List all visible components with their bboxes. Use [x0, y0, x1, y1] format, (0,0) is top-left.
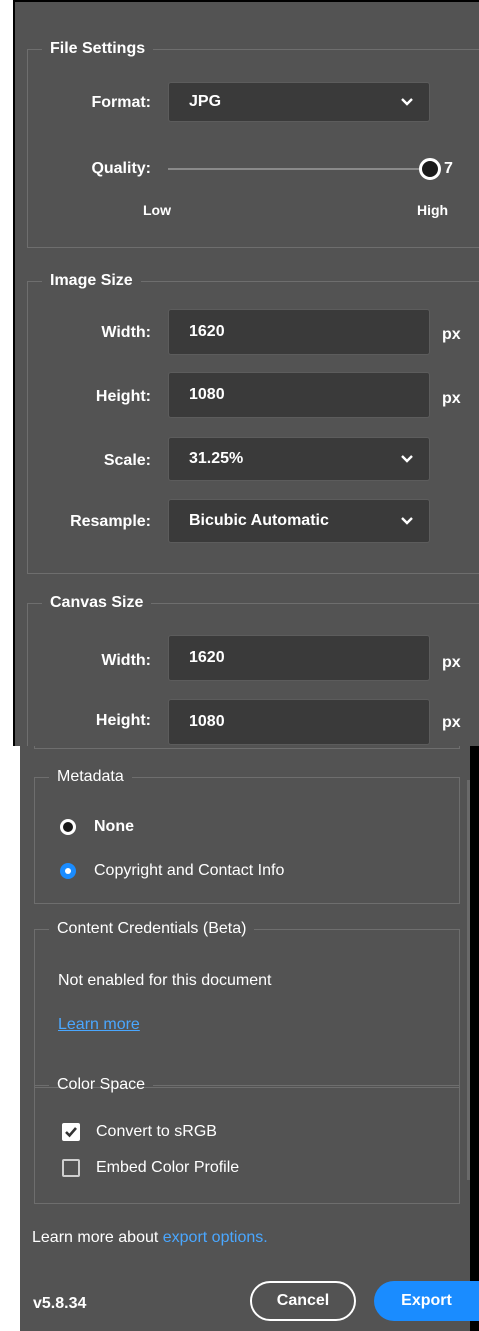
embed-color-profile-option[interactable]: Embed Color Profile — [62, 1157, 322, 1181]
format-label: Format: — [91, 94, 151, 111]
window-edge — [470, 746, 479, 1331]
quality-slider-track — [168, 168, 430, 170]
export-panel-top: File Settings Format: JPG Quality: 7 Low… — [13, 0, 479, 746]
chevron-down-icon — [399, 500, 415, 542]
file-settings-legend: File Settings — [50, 40, 146, 57]
radio-dot — [65, 868, 71, 874]
export-options-link[interactable]: export options. — [163, 1229, 268, 1246]
checkbox-checked-icon[interactable] — [62, 1123, 80, 1141]
image-height-label: Height: — [95, 388, 151, 405]
content-credentials-learn-more-link[interactable]: Learn more — [58, 1016, 140, 1034]
quality-high-label: High — [417, 202, 449, 218]
quality-slider[interactable] — [168, 157, 441, 181]
chevron-down-icon — [399, 438, 415, 480]
cancel-button[interactable]: Cancel — [250, 1281, 356, 1321]
scrollbar-thumb[interactable] — [467, 780, 470, 1180]
content-credentials-group: Content Credentials (Beta) — [34, 920, 460, 1088]
export-options-line: Learn more about export options. — [32, 1229, 452, 1251]
image-height-unit: px — [442, 390, 461, 407]
embed-color-profile-label: Embed Color Profile — [96, 1159, 240, 1176]
content-credentials-legend: Content Credentials (Beta) — [57, 920, 247, 937]
image-width-input[interactable]: 1620 — [168, 309, 430, 355]
radio-unchecked[interactable] — [60, 819, 76, 835]
convert-srgb-label: Convert to sRGB — [96, 1123, 217, 1140]
metadata-option-none-label: None — [94, 818, 134, 835]
image-width-unit: px — [442, 326, 461, 343]
metadata-option-none[interactable]: None — [58, 816, 358, 840]
resample-select[interactable]: Bicubic Automatic — [168, 499, 430, 543]
chevron-down-icon — [399, 83, 415, 121]
scale-value: 31.25% — [189, 450, 244, 467]
canvas-height-unit: px — [442, 714, 461, 731]
scale-select[interactable]: 31.25% — [168, 437, 430, 481]
quality-slider-thumb[interactable] — [419, 158, 441, 180]
resample-value: Bicubic Automatic — [189, 512, 329, 529]
resample-label: Resample: — [70, 513, 151, 530]
canvas-width-label: Width: — [101, 652, 151, 669]
export-panel-bottom: Metadata None Copyright and Contact Info… — [20, 746, 479, 1331]
color-space-legend: Color Space — [57, 1076, 146, 1093]
version-label: v5.8.34 — [33, 1295, 87, 1312]
image-size-legend: Image Size — [50, 272, 133, 289]
canvas-height-value: 1080 — [189, 713, 225, 730]
metadata-legend: Metadata — [57, 768, 124, 785]
image-width-label: Width: — [101, 324, 151, 341]
image-height-value: 1080 — [189, 386, 225, 403]
format-select[interactable]: JPG — [168, 82, 430, 122]
checkbox-unchecked-icon[interactable] — [62, 1159, 80, 1177]
quality-low-label: Low — [143, 202, 171, 218]
scale-label: Scale: — [103, 452, 151, 469]
quality-label: Quality: — [91, 160, 151, 177]
canvas-size-legend: Canvas Size — [50, 594, 144, 611]
canvas-height-label: Height: — [95, 712, 151, 729]
image-width-value: 1620 — [189, 323, 225, 340]
content-credentials-status: Not enabled for this document — [58, 972, 272, 989]
format-value: JPG — [189, 93, 222, 110]
canvas-size-group-end — [34, 746, 460, 749]
radio-checked[interactable] — [60, 863, 76, 879]
image-height-input[interactable]: 1080 — [168, 372, 430, 418]
canvas-width-input[interactable]: 1620 — [168, 635, 430, 681]
metadata-option-copyright[interactable]: Copyright and Contact Info — [58, 860, 398, 884]
quality-value: 7 — [444, 160, 453, 177]
convert-srgb-option[interactable]: Convert to sRGB — [62, 1121, 322, 1145]
canvas-width-value: 1620 — [189, 649, 225, 666]
canvas-height-input[interactable]: 1080 — [168, 699, 430, 745]
canvas-width-unit: px — [442, 654, 461, 671]
export-options-prefix: Learn more about — [32, 1229, 163, 1246]
metadata-option-copyright-label: Copyright and Contact Info — [94, 862, 285, 879]
export-button[interactable]: Export — [374, 1281, 479, 1321]
file-settings-group: File Settings — [27, 40, 479, 248]
